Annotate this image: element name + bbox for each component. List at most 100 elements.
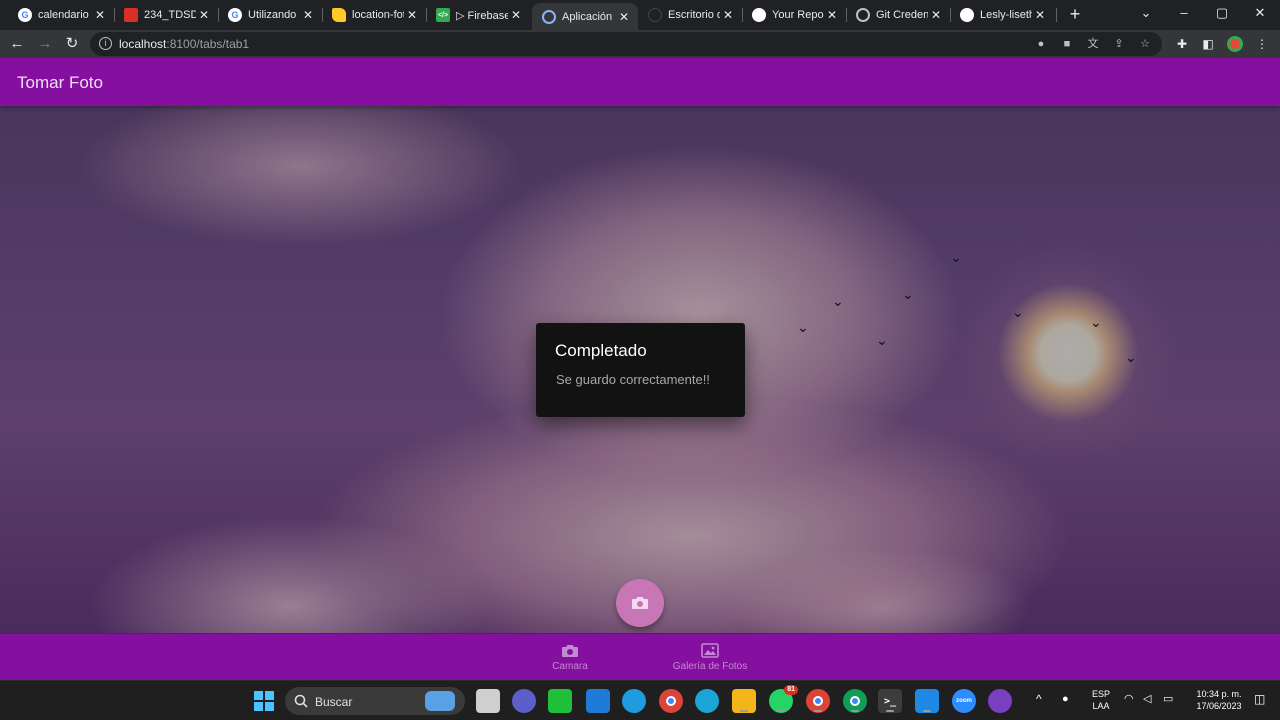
minimize-button[interactable]: – (1174, 5, 1194, 20)
chrome-profile-icon[interactable] (843, 689, 867, 713)
bookmark-star-icon[interactable]: ☆ (1138, 37, 1152, 51)
back-button[interactable]: ← (8, 35, 26, 53)
browser-tab[interactable]: location-fot ✕ (322, 3, 426, 27)
tab-search-icon[interactable]: ⌄ (1136, 5, 1156, 21)
edge-icon[interactable] (695, 689, 719, 713)
reload-button[interactable]: ↻ (63, 35, 81, 53)
taskbar-search[interactable]: Buscar (285, 687, 465, 715)
alert-header: Completado (555, 341, 647, 360)
firebase-icon (332, 8, 346, 22)
search-icon (294, 694, 308, 708)
close-icon[interactable]: ✕ (720, 8, 736, 22)
clock[interactable]: 10:34 p. m. 17/06/2023 (1186, 688, 1252, 712)
url-text[interactable]: localhost:8100/tabs/tab1 (119, 37, 249, 51)
browser-tab-title: Lesly-liseth (980, 9, 1032, 21)
tab-camara[interactable]: Camara (530, 634, 610, 680)
browser-tab-title: location-fot (352, 9, 404, 21)
code-icon: </> (436, 8, 450, 22)
location-icon[interactable]: ● (1034, 37, 1048, 51)
wifi-icon[interactable]: ◠ (1124, 693, 1134, 705)
browser-tab-title: Utilizando (248, 9, 297, 21)
search-highlight-icon (425, 691, 455, 711)
tab-label: Camara (552, 660, 588, 672)
browser-toolbar: ← → ↻ i localhost:8100/tabs/tab1 ● ■ 文 ⇪… (0, 30, 1280, 58)
address-bar[interactable]: i localhost:8100/tabs/tab1 ● ■ 文 ⇪ ☆ (90, 32, 1162, 56)
browser-tab[interactable]: Git Credent ✕ (846, 3, 950, 27)
forward-button[interactable]: → (36, 35, 54, 53)
close-window-button[interactable]: ✕ (1250, 5, 1270, 21)
browser-tab[interactable]: Lesly-liseth ✕ (950, 3, 1054, 27)
task-view-icon[interactable] (476, 689, 500, 713)
red-doc-icon (124, 8, 138, 22)
github-icon (752, 8, 766, 22)
browser-tab[interactable]: G calendario ✕ (8, 3, 114, 27)
close-icon[interactable]: ✕ (928, 8, 944, 22)
page-title: Tomar Foto (17, 73, 103, 92)
browser-tab-title: 234_TDSD5 (144, 9, 196, 21)
close-icon[interactable]: ✕ (300, 8, 316, 22)
camera-icon[interactable]: ■ (1060, 37, 1074, 51)
maximize-button[interactable]: ▢ (1212, 5, 1232, 21)
chevron-up-icon[interactable]: ^ (1036, 693, 1042, 705)
take-photo-button[interactable] (616, 579, 664, 627)
language-bottom: LAA (1092, 701, 1110, 711)
close-icon[interactable]: ✕ (92, 8, 108, 22)
alert-dialog: Completado Se guardo correctamente!! (536, 323, 745, 417)
app-header: Tomar Foto (0, 58, 1280, 106)
close-icon[interactable]: ✕ (824, 8, 840, 22)
browser-tab-title: ▷ Firebase (456, 9, 508, 22)
close-icon[interactable]: ✕ (196, 8, 212, 22)
tab-galeria[interactable]: Galería de Fotos (660, 634, 760, 680)
chrome-icon[interactable] (806, 689, 830, 713)
clock-date: 17/06/2023 (1196, 701, 1242, 711)
browser-tab-title: Git Credent (876, 9, 928, 21)
store-icon[interactable] (586, 689, 610, 713)
battery-icon[interactable]: ▭ (1163, 693, 1173, 705)
close-icon[interactable]: ✕ (1032, 8, 1048, 22)
browser-tab[interactable]: 234_TDSD5 ✕ (114, 3, 218, 27)
browser-tab[interactable]: Your Reposi ✕ (742, 3, 846, 27)
extensions-icon[interactable]: ✚ (1174, 36, 1190, 52)
vscode-icon[interactable] (915, 689, 939, 713)
browser-tab-active[interactable]: Aplicación ✕ (532, 3, 638, 30)
volume-icon[interactable]: ◁ (1143, 693, 1151, 705)
globe-icon (542, 9, 556, 24)
google-icon: G (18, 8, 32, 22)
info-icon[interactable]: i (99, 37, 112, 50)
camera-icon (632, 597, 648, 609)
whatsapp-icon[interactable]: 81 (769, 685, 798, 713)
windows-start-icon[interactable] (252, 689, 276, 713)
widgets-icon[interactable] (548, 689, 572, 713)
chat-icon[interactable] (512, 689, 536, 713)
browser-tab-title: Your Reposi (772, 9, 824, 21)
close-icon[interactable]: ✕ (616, 10, 632, 24)
notification-badge: 81 (784, 685, 798, 695)
browser-tab[interactable]: </> ▷ Firebase ✕ (426, 3, 530, 27)
clock-time: 10:34 p. m. (1196, 689, 1242, 699)
browser-tab-title: Aplicación (562, 10, 613, 23)
tab-bar: Camara Galería de Fotos (0, 633, 1280, 680)
translate-icon[interactable]: 文 (1086, 37, 1100, 51)
close-icon[interactable]: ✕ (404, 8, 420, 22)
browser-tab[interactable]: Escritorio d ✕ (638, 3, 742, 27)
notification-icon[interactable]: ◫ (1254, 693, 1265, 705)
app-viewport: Tomar Foto ⌄ ⌄ ⌄ ⌄ ⌄ ⌄ ⌄ ⌄ Camara Galerí… (0, 58, 1280, 680)
chrome-icon[interactable] (659, 689, 683, 713)
github-desktop-icon[interactable] (988, 689, 1012, 713)
browser-tab[interactable]: G Utilizando ✕ (218, 3, 322, 27)
terminal-icon[interactable]: >_ (878, 689, 902, 713)
file-explorer-icon[interactable] (732, 689, 756, 713)
zoom-icon[interactable]: zoom (952, 689, 976, 713)
microphone-icon[interactable]: ● (1062, 693, 1069, 705)
side-panel-icon[interactable]: ◧ (1200, 36, 1216, 52)
close-icon[interactable]: ✕ (508, 8, 524, 22)
weather-icon[interactable] (622, 689, 646, 713)
browser-tab-title: Escritorio d (668, 9, 720, 21)
language-indicator[interactable]: ESP LAA (1088, 688, 1114, 712)
profile-avatar[interactable] (1227, 36, 1243, 52)
menu-icon[interactable]: ⋮ (1254, 36, 1270, 52)
windows-taskbar: Buscar 81 >_ zoom ^ ● ESP LAA ◠ ◁ ▭ 10:3… (0, 680, 1280, 720)
share-icon[interactable]: ⇪ (1112, 37, 1126, 51)
new-tab-button[interactable]: + (1066, 5, 1084, 23)
github-icon (648, 8, 662, 22)
